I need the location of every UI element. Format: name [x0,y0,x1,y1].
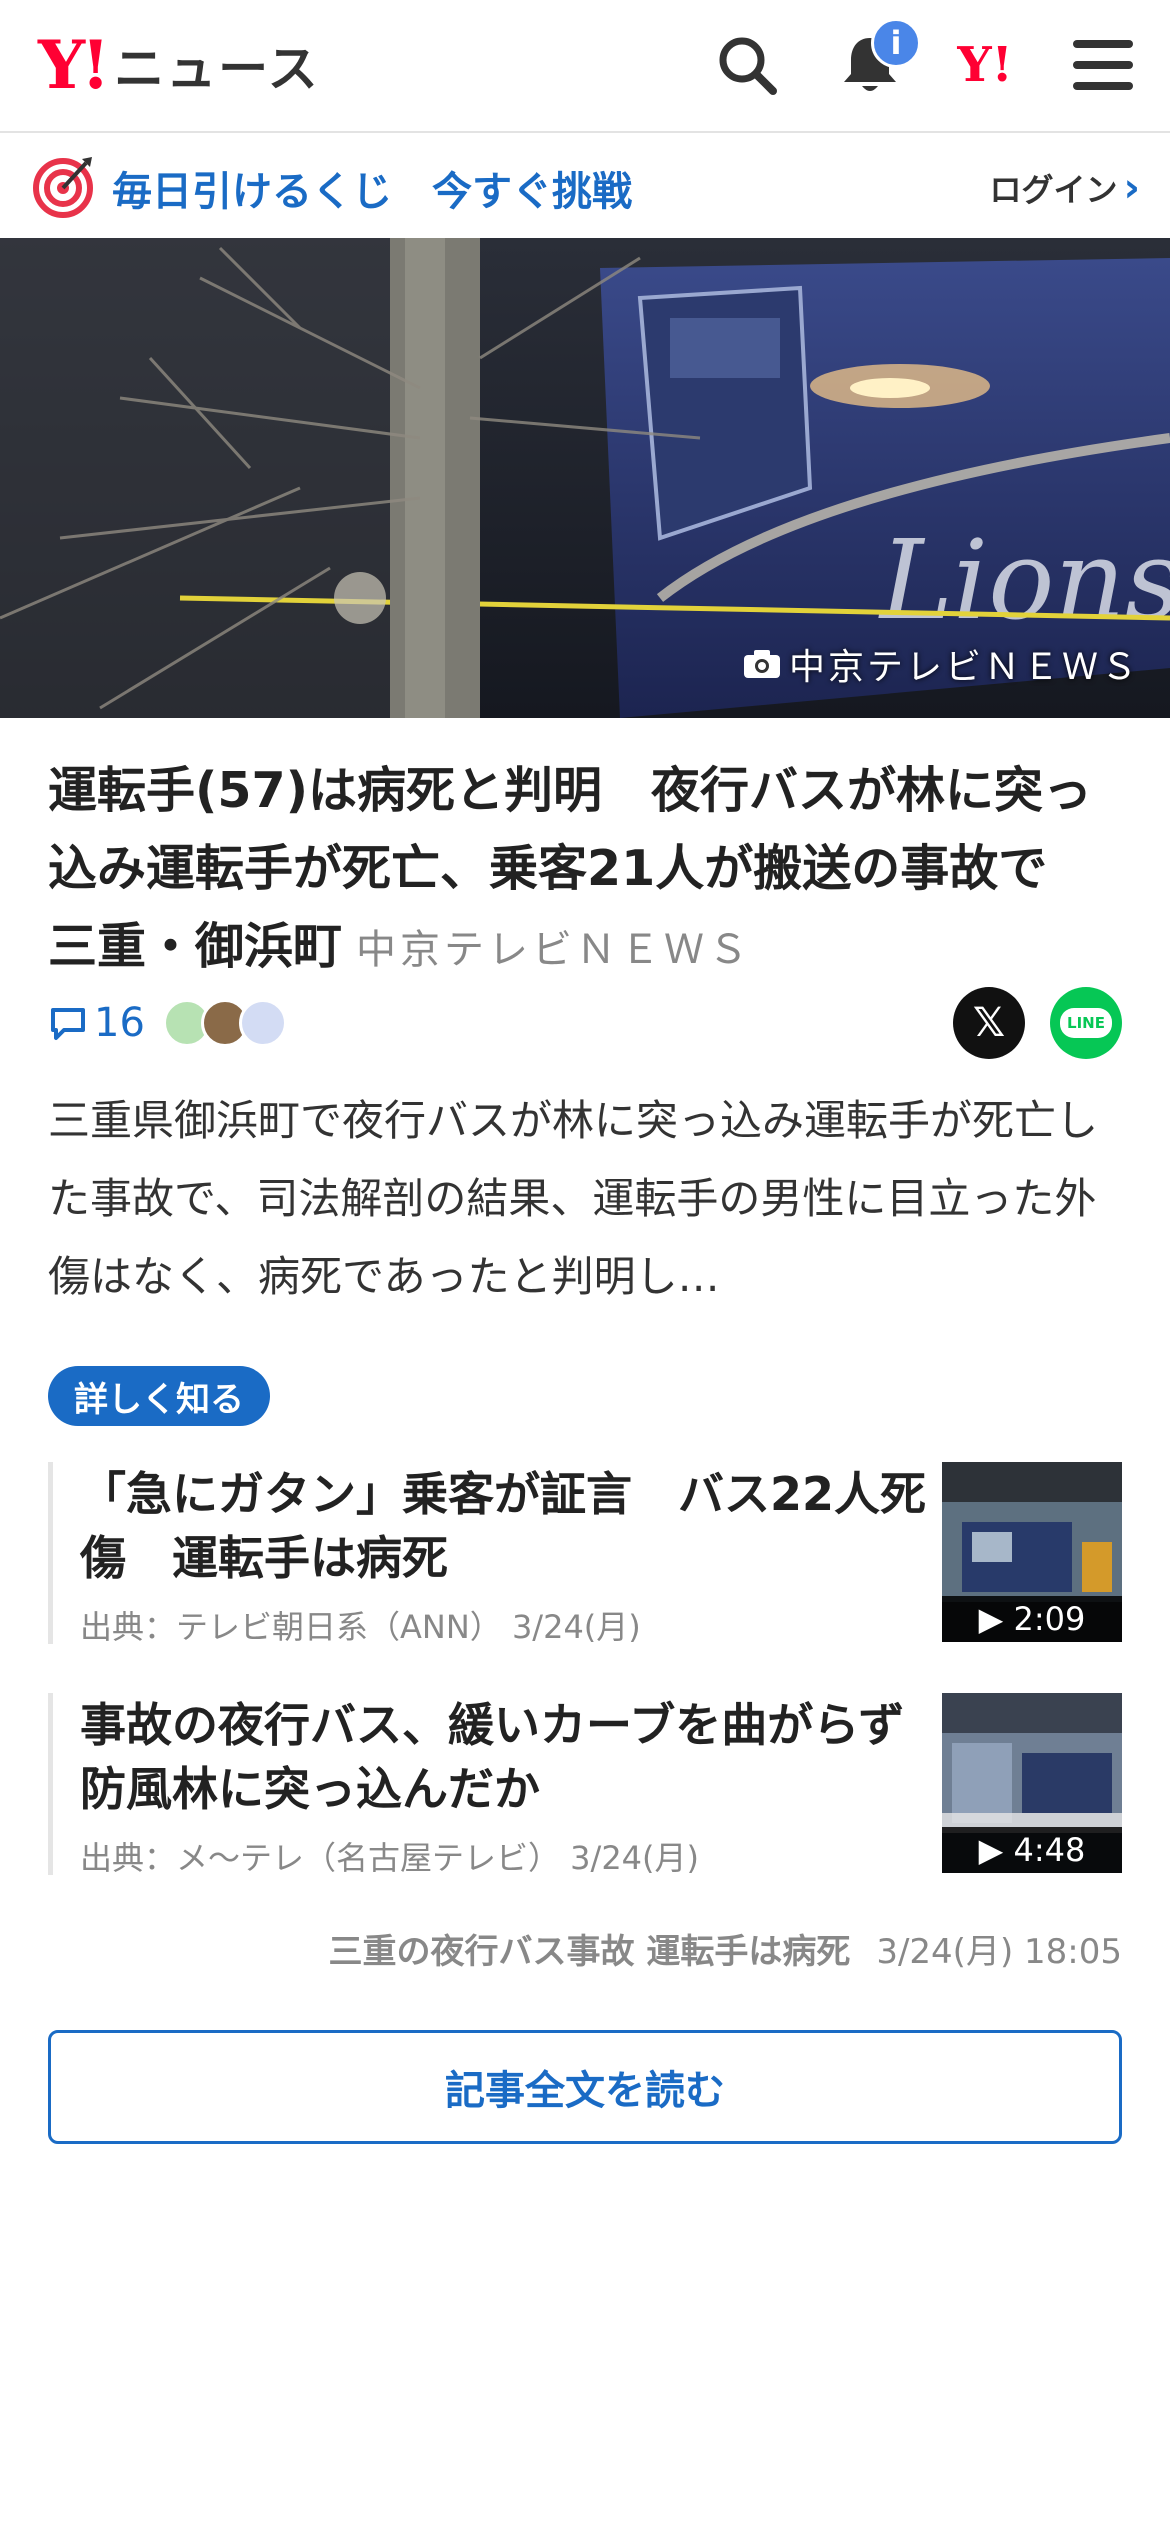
lottery-promo-bar[interactable]: 毎日引けるくじ 今すぐ挑戦 ログイン › [0,135,1170,238]
related-item[interactable]: 「急にガタン」乗客が証言 バス22人死傷 運転手は病死 出典：テレビ朝日系（AN… [48,1462,1122,1646]
photo-credit-label: 中京テレビＮＥＷＳ [788,647,1140,688]
article-summary[interactable]: 三重県御浜町で夜行バスが林に突っ込み運転手が死亡した事故で、司法解剖の結果、運転… [48,1082,1128,1316]
comment-icon [51,1008,85,1040]
camera-icon [743,650,780,678]
related-item[interactable]: 事故の夜行バス、緩いカーブを曲がらず防風林に突っ込んだか 出典：メ～テレ（名古屋… [48,1693,1122,1877]
related-item-source: 出典：テレビ朝日系（ANN） 3/24(月) [80,1608,641,1646]
divider [48,1693,53,1875]
yahoo-news-logo[interactable]: Y! ニュース [38,30,320,100]
logo-text: ニュース [114,40,320,98]
target-icon [33,157,93,218]
comment-count: 16 [94,1000,145,1046]
article-source: 中京テレビＮＥＷＳ [356,927,753,973]
publish-timestamp: 3/24(月) 18:05 [876,1932,1122,1972]
learn-more-pill: 詳しく知る [48,1366,270,1426]
promo-text[interactable]: 毎日引けるくじ 今すぐ挑戦 [112,159,632,217]
related-item-title: 「急にガタン」乗客が証言 バス22人死傷 運転手は病死 [80,1467,927,1585]
logo-mark: Y! [38,26,110,104]
article-hero-image[interactable]: Lions 中京テレビＮＥＷＳ [0,238,1170,718]
notification-badge: i [871,18,921,68]
video-thumbnail[interactable]: ▶ 4:48 [942,1693,1122,1873]
app-header: Y! ニュース i Y! [0,0,1170,133]
topic-stamp: 三重の夜行バス事故 運転手は病死 3/24(月) 18:05 [328,1924,1122,1973]
divider [48,1462,53,1644]
related-item-title: 事故の夜行バス、緩いカーブを曲がらず防風林に突っ込んだか [80,1698,905,1816]
reaction-avatars[interactable] [162,999,287,1047]
topic-link[interactable]: 三重の夜行バス事故 運転手は病死 [328,1924,850,1973]
line-icon: LINE [1060,1008,1112,1038]
share-line-button[interactable]: LINE [1050,987,1122,1059]
photo-credit: 中京テレビＮＥＷＳ [743,638,1140,690]
share-x-button[interactable]: 𝕏 [953,987,1025,1059]
related-item-source: 出典：メ～テレ（名古屋テレビ） 3/24(月) [80,1839,700,1877]
article-meta: 16 [48,993,287,1053]
read-full-article-button[interactable]: 記事全文を読む [48,2030,1122,2144]
avatar [238,999,287,1047]
search-icon[interactable] [712,30,782,100]
chevron-right-icon: › [1123,165,1140,211]
video-thumbnail[interactable]: ▶ 2:09 [942,1462,1122,1642]
login-link[interactable]: ログイン › [990,165,1141,211]
comment-link[interactable]: 16 [48,1000,145,1046]
login-label: ログイン [989,171,1118,209]
video-duration: ▶ 4:48 [942,1827,1122,1873]
article-title[interactable]: 運転手(57)は病死と判明 夜行バスが林に突っ込み運転手が死亡、乗客21人が搬送… [48,752,1128,989]
hamburger-menu-icon[interactable] [1068,30,1138,100]
svg-text:Lions: Lions [878,516,1170,644]
video-duration: ▶ 2:09 [942,1596,1122,1642]
yahoo-japan-icon[interactable]: Y! [950,30,1020,100]
